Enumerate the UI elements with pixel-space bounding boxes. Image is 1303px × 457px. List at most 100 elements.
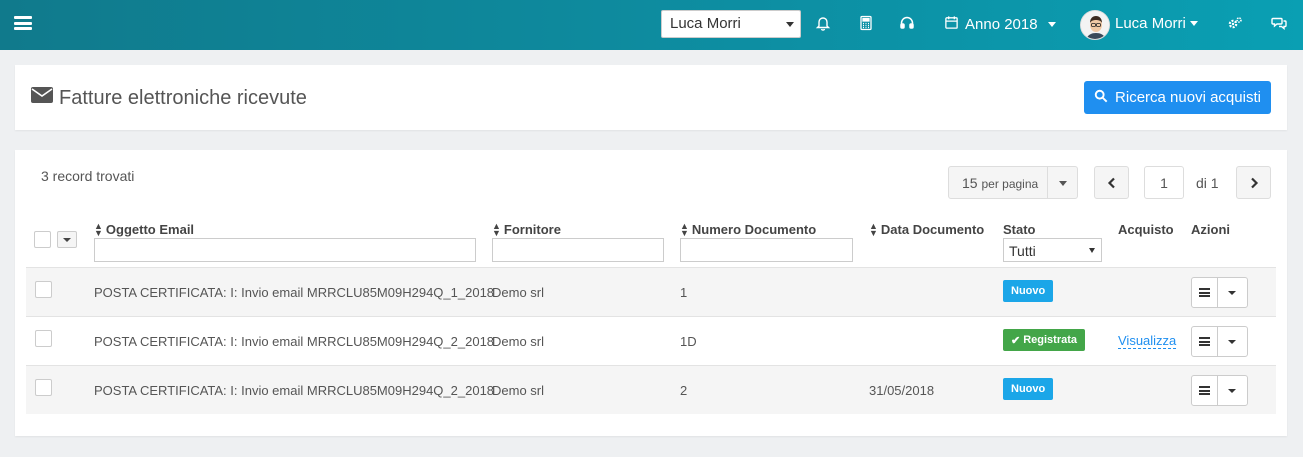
list-icon <box>1199 385 1210 397</box>
total-pages-label: di 1 <box>1196 175 1219 191</box>
user-menu[interactable]: Luca Morri <box>1115 15 1198 32</box>
column-header-subject[interactable]: ▲ ▼ Oggetto Email <box>94 220 195 238</box>
cell-doc-number: 1 <box>680 285 688 300</box>
page-header-card: Fatture elettroniche ricevute Ricerca nu… <box>15 65 1287 130</box>
doc-number-filter-input[interactable] <box>680 238 853 262</box>
company-user-select-value: Luca Morri <box>670 15 741 32</box>
calculator-icon[interactable] <box>858 15 876 33</box>
calendar-icon <box>944 15 959 34</box>
column-header-doc-number-label: Numero Documento <box>691 222 817 237</box>
cogs-icon[interactable] <box>1227 15 1245 33</box>
per-page-label: 15 per pagina <box>949 167 1047 198</box>
status-filter-select[interactable]: Tutti <box>1003 238 1102 262</box>
status-badge: Nuovo <box>1003 280 1054 302</box>
row-checkbox[interactable] <box>35 281 52 298</box>
column-header-purchase-label: Acquisto <box>1118 222 1174 237</box>
chevron-down-icon[interactable] <box>1047 167 1077 198</box>
status-badge-label: Nuovo <box>1011 383 1046 395</box>
top-navbar: Luca Morri Anno 2018 Luca Morri <box>0 0 1303 50</box>
row-actions-dropdown-toggle[interactable] <box>1218 376 1247 405</box>
table-row[interactable]: POSTA CERTIFICATA: I: Invio email MRRCLU… <box>26 365 1276 414</box>
envelope-icon <box>31 86 53 110</box>
sort-icon: ▲ ▼ <box>680 220 689 238</box>
row-checkbox[interactable] <box>35 330 52 347</box>
row-actions-menu-button[interactable] <box>1192 278 1218 307</box>
column-header-status-label: Stato <box>1003 222 1036 237</box>
select-all-checkbox[interactable] <box>34 231 51 248</box>
page-title: Fatture elettroniche ricevute <box>31 86 307 110</box>
column-header-doc-number[interactable]: ▲ ▼ Numero Documento <box>680 220 817 238</box>
year-label: Anno 2018 <box>965 16 1038 33</box>
status-filter-value: Tutti <box>1009 243 1036 259</box>
search-icon <box>1094 89 1108 107</box>
menu-icon[interactable] <box>14 16 32 30</box>
view-purchase-link[interactable]: Visualizza <box>1118 333 1177 349</box>
per-page-number: 15 <box>962 175 978 191</box>
chevron-down-icon <box>786 22 794 27</box>
user-name: Luca Morri <box>1115 15 1186 32</box>
column-header-supplier-label: Fornitore <box>503 222 561 237</box>
current-page-input[interactable]: 1 <box>1144 166 1184 199</box>
row-actions-dropdown-toggle[interactable] <box>1218 327 1247 356</box>
cell-doc-number: 1D <box>680 334 697 349</box>
cell-supplier: Demo srl <box>492 383 545 398</box>
column-header-purchase: Acquisto <box>1118 222 1174 237</box>
cell-subject: POSTA CERTIFICATA: I: Invio email MRRCLU… <box>94 383 495 398</box>
row-actions-button-group <box>1191 277 1248 308</box>
bulk-select-dropdown[interactable] <box>57 231 77 248</box>
column-header-actions: Azioni <box>1191 222 1230 237</box>
column-header-supplier[interactable]: ▲ ▼ Fornitore <box>492 220 561 238</box>
bell-icon[interactable] <box>815 15 833 33</box>
sort-icon: ▲ ▼ <box>869 220 878 238</box>
search-button-label: Ricerca nuovi acquisti <box>1115 89 1261 106</box>
row-actions-dropdown-toggle[interactable] <box>1218 278 1247 307</box>
cell-doc-number: 2 <box>680 383 688 398</box>
headset-icon[interactable] <box>899 15 917 33</box>
column-header-actions-label: Azioni <box>1191 222 1230 237</box>
sort-icon: ▲ ▼ <box>94 220 103 238</box>
page-title-text: Fatture elettroniche ricevute <box>59 86 307 109</box>
chevron-left-icon <box>1107 177 1115 188</box>
invoice-list-card: 3 record trovati 15 per pagina 1 di 1 ▲ ▼… <box>15 150 1287 436</box>
column-header-subject-label: Oggetto Email <box>105 222 195 237</box>
column-header-doc-date-label: Data Documento <box>880 222 985 237</box>
chevron-right-icon <box>1250 177 1258 188</box>
chevron-down-icon <box>1189 21 1198 26</box>
sort-icon: ▲ ▼ <box>492 220 501 238</box>
list-icon <box>1199 336 1210 348</box>
cell-subject: POSTA CERTIFICATA: I: Invio email MRRCLU… <box>94 285 495 300</box>
per-page-dropdown[interactable]: 15 per pagina <box>948 166 1078 199</box>
status-badge-label: Registrata <box>1023 334 1078 346</box>
record-count: 3 record trovati <box>41 168 135 184</box>
list-icon <box>1199 287 1210 299</box>
chevron-down-icon <box>1047 22 1056 27</box>
supplier-filter-input[interactable] <box>492 238 664 262</box>
table-row[interactable]: POSTA CERTIFICATA: I: Invio email MRRCLU… <box>26 316 1276 365</box>
row-checkbox[interactable] <box>35 379 52 396</box>
cell-supplier: Demo srl <box>492 285 545 300</box>
previous-page-button[interactable] <box>1094 166 1129 199</box>
chat-icon[interactable] <box>1271 15 1289 33</box>
column-header-status: Stato <box>1003 222 1036 237</box>
year-selector[interactable]: Anno 2018 <box>944 15 1056 34</box>
per-page-text: per pagina <box>981 177 1039 191</box>
table-row[interactable]: POSTA CERTIFICATA: I: Invio email MRRCLU… <box>26 267 1276 316</box>
cell-doc-date: 31/05/2018 <box>869 383 935 398</box>
company-user-select[interactable]: Luca Morri <box>661 10 801 38</box>
status-badge: Nuovo <box>1003 378 1054 400</box>
status-badge: ✔ Registrata <box>1003 329 1086 351</box>
chevron-down-icon <box>1089 248 1095 253</box>
cell-supplier: Demo srl <box>492 334 545 349</box>
row-actions-menu-button[interactable] <box>1192 376 1218 405</box>
check-icon: ✔ <box>1011 334 1021 347</box>
search-new-purchases-button[interactable]: Ricerca nuovi acquisti <box>1084 81 1271 114</box>
next-page-button[interactable] <box>1236 166 1271 199</box>
status-badge-label: Nuovo <box>1011 285 1046 297</box>
row-actions-button-group <box>1191 326 1248 357</box>
column-header-doc-date[interactable]: ▲ ▼ Data Documento <box>869 220 985 238</box>
row-actions-menu-button[interactable] <box>1192 327 1218 356</box>
cell-subject: POSTA CERTIFICATA: I: Invio email MRRCLU… <box>94 334 495 349</box>
avatar[interactable] <box>1080 10 1110 40</box>
row-actions-button-group <box>1191 375 1248 406</box>
subject-filter-input[interactable] <box>94 238 476 262</box>
